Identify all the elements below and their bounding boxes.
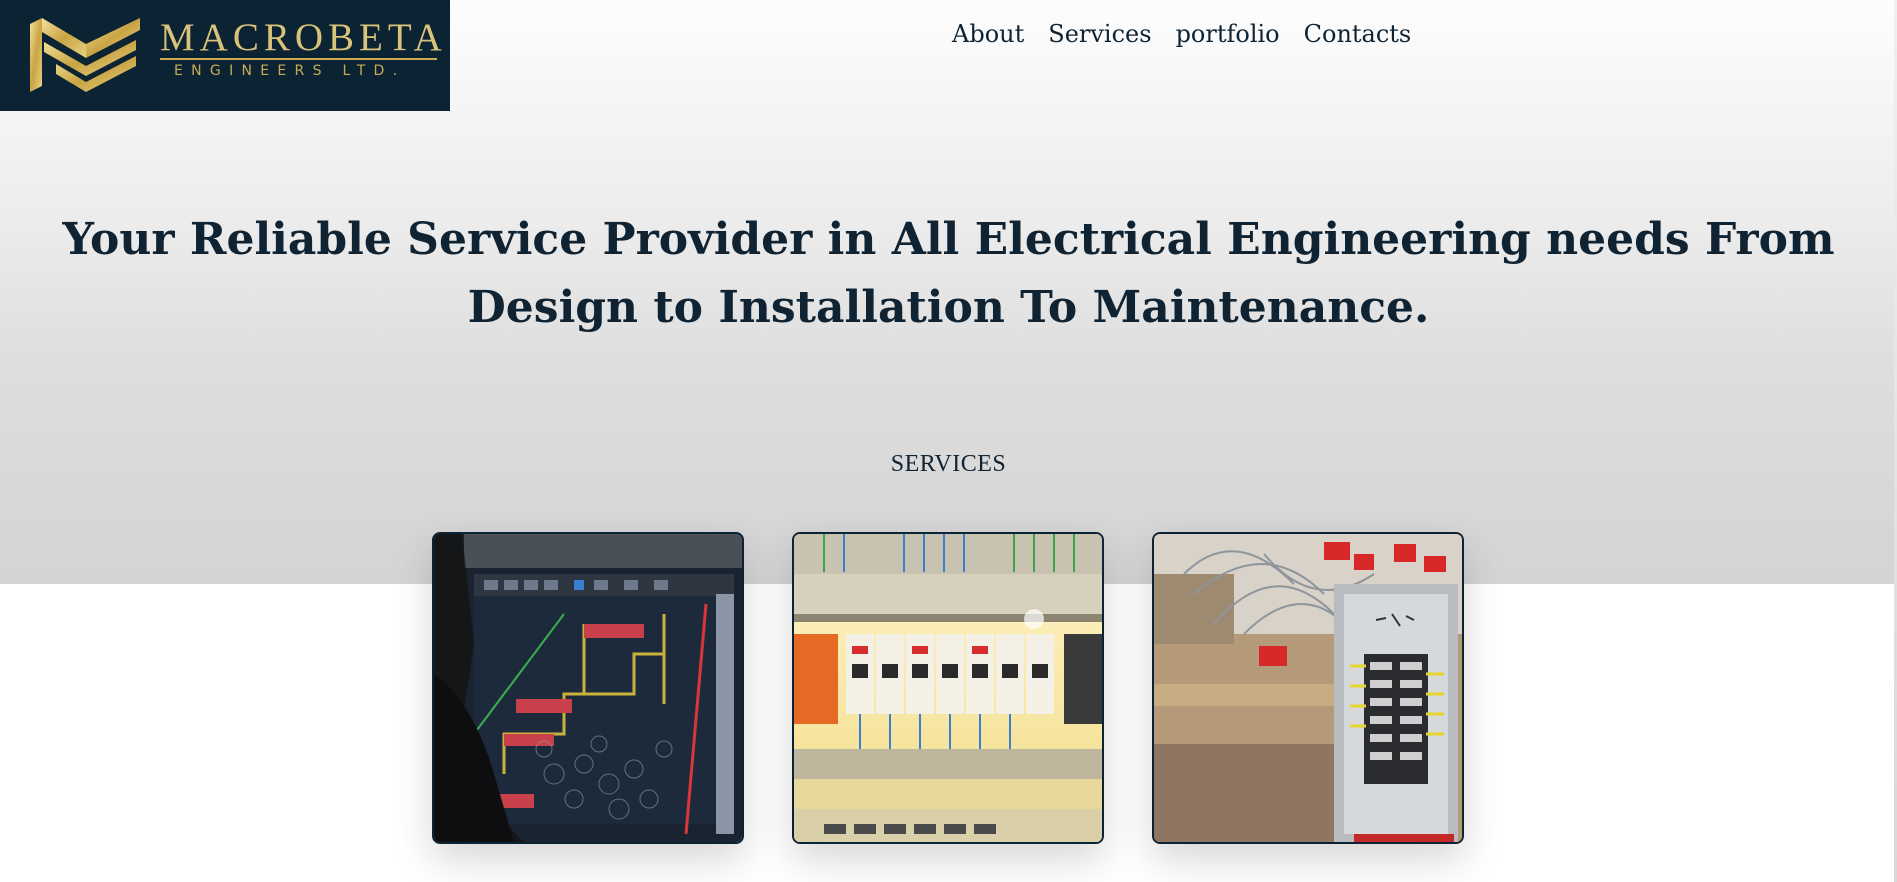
company-logo[interactable]: MACROBETA ENGINEERS LTD.: [0, 0, 450, 111]
logo-subtitle: ENGINEERS LTD.: [174, 63, 406, 79]
breaker-board-image: [794, 534, 1102, 842]
hero-headline: Your Reliable Service Provider in All El…: [62, 214, 1835, 333]
electrical-panel-image: [1154, 534, 1462, 842]
nav-portfolio[interactable]: portfolio: [1176, 20, 1280, 49]
nav-services[interactable]: Services: [1048, 20, 1151, 49]
cad-drawing-image: [434, 534, 742, 842]
service-card-maintenance[interactable]: [1152, 532, 1464, 844]
nav-about[interactable]: About: [952, 20, 1024, 49]
main-nav: About Services portfolio Contacts: [952, 20, 1411, 49]
services-heading: SERVICES: [890, 451, 1007, 477]
service-card-design[interactable]: [432, 532, 744, 844]
logo-name: MACROBETA: [160, 16, 447, 59]
logo-mark-icon: [30, 18, 140, 92]
nav-contacts[interactable]: Contacts: [1304, 20, 1412, 49]
logo-divider: [160, 58, 437, 60]
service-card-installation[interactable]: [792, 532, 1104, 844]
